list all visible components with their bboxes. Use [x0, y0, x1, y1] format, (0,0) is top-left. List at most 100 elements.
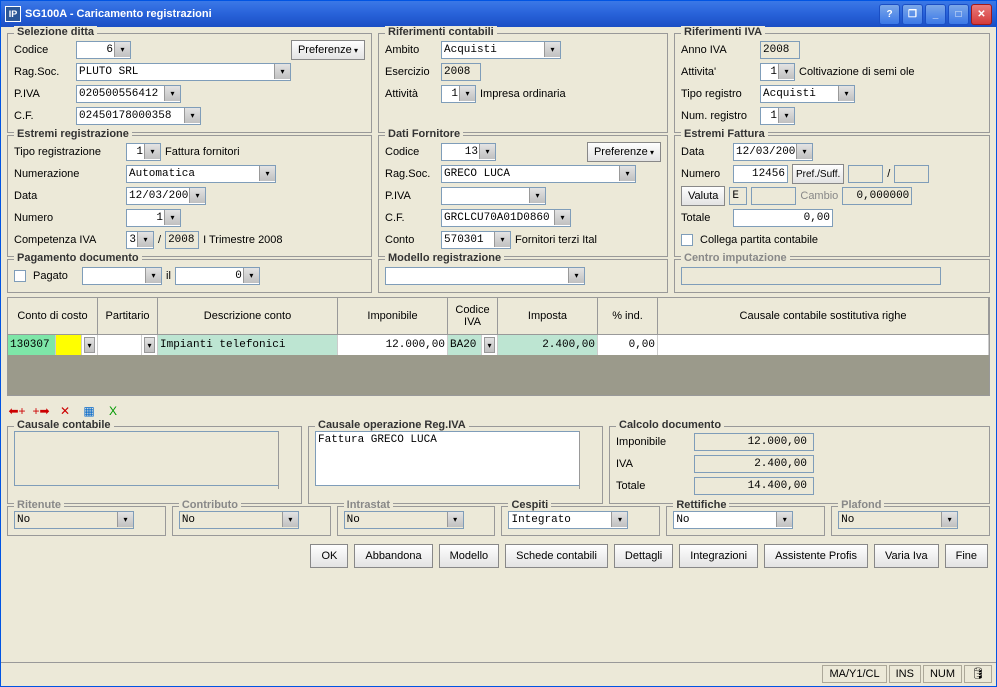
forn-conto-input[interactable]: [441, 231, 511, 249]
ragsoc-input[interactable]: [76, 63, 291, 81]
causale-contabile-text: [14, 431, 295, 486]
dettagli-button[interactable]: Dettagli: [614, 544, 673, 568]
abbandona-button[interactable]: Abbandona: [354, 544, 432, 568]
modello-input[interactable]: [385, 267, 585, 285]
cell-codiva[interactable]: BA20: [448, 335, 482, 355]
pagamento-documento-group: Pagamento documento Pagato il: [7, 259, 372, 293]
minimize-button[interactable]: _: [925, 4, 946, 25]
codice-input[interactable]: [76, 41, 131, 59]
il-label: il: [166, 270, 171, 282]
preferenze-ditta-button[interactable]: Preferenze: [291, 40, 365, 60]
rettifiche-input[interactable]: [673, 511, 793, 529]
piva-input[interactable]: [76, 85, 181, 103]
cell-conto-ext[interactable]: [56, 335, 82, 355]
delete-row-button[interactable]: ✕: [55, 402, 75, 420]
numero-reg-input[interactable]: [126, 209, 181, 227]
col-codice-iva[interactable]: Codice IVA: [448, 298, 498, 334]
calc-imponibile-label: Imponibile: [616, 436, 686, 448]
cell-desc[interactable]: Impianti telefonici: [158, 335, 338, 355]
attivita-iva-input[interactable]: [760, 63, 795, 81]
valuta-button[interactable]: Valuta: [681, 186, 725, 206]
cespiti-group: Cespiti: [501, 506, 660, 536]
close-button[interactable]: ✕: [971, 4, 992, 25]
anno-iva-label: Anno IVA: [681, 44, 756, 56]
attivita-input[interactable]: [441, 85, 476, 103]
forn-codice-label: Codice: [385, 146, 437, 158]
fat-totale-label: Totale: [681, 212, 729, 224]
forn-ragsoc-input[interactable]: [441, 165, 636, 183]
modello-button[interactable]: Modello: [439, 544, 500, 568]
fat-totale-input[interactable]: [733, 209, 833, 227]
comp-iva-input[interactable]: [126, 231, 154, 249]
cell-partitario-dd[interactable]: ▾: [142, 335, 158, 355]
forn-piva-input[interactable]: [441, 187, 546, 205]
col-partitario[interactable]: Partitario: [98, 298, 158, 334]
fine-button[interactable]: Fine: [945, 544, 988, 568]
cell-conto[interactable]: 130307: [8, 335, 56, 355]
grid-row[interactable]: 130307 ▾ ▾ Impianti telefonici 12.000,00…: [8, 335, 989, 355]
export-excel-button[interactable]: X: [103, 402, 123, 420]
help-button[interactable]: ?: [879, 4, 900, 25]
ambito-input[interactable]: [441, 41, 561, 59]
col-descrizione[interactable]: Descrizione conto: [158, 298, 338, 334]
data-reg-input[interactable]: [126, 187, 206, 205]
cespiti-input[interactable]: [508, 511, 628, 529]
forn-codice-input[interactable]: [441, 143, 496, 161]
statusbar: MA/Y1/CL INS NUM 🛢: [1, 662, 996, 684]
num-registro-input[interactable]: [760, 107, 795, 125]
rettifiche-group: Rettifiche: [666, 506, 825, 536]
schede-contabili-button[interactable]: Schede contabili: [505, 544, 608, 568]
numerazione-input[interactable]: [126, 165, 276, 183]
attivita-label: Attività: [385, 88, 437, 100]
col-conto-costo[interactable]: Conto di costo: [8, 298, 98, 334]
cell-partitario[interactable]: [98, 335, 142, 355]
esercizio-input: [441, 63, 481, 81]
collega-checkbox[interactable]: [681, 234, 693, 246]
estremi-registrazione-group: Estremi registrazione Tipo registrazione…: [7, 135, 372, 257]
cell-pind[interactable]: 0,00: [598, 335, 658, 355]
attivita-iva-label: Attivita': [681, 66, 756, 78]
tipo-reg-label: Tipo registrazione: [14, 146, 122, 158]
tipo-registro-input[interactable]: [760, 85, 855, 103]
cell-conto-dd[interactable]: ▾: [82, 335, 98, 355]
suff-input: [894, 165, 929, 183]
righe-grid: Conto di costo Partitario Descrizione co…: [7, 297, 990, 396]
valuta-desc-input: [751, 187, 796, 205]
preferenze-forn-button[interactable]: Preferenze: [587, 142, 661, 162]
cf-input[interactable]: [76, 107, 201, 125]
app-icon: IP: [5, 6, 21, 22]
comp-iva-label: Competenza IVA: [14, 234, 122, 246]
integrazioni-button[interactable]: Integrazioni: [679, 544, 758, 568]
ok-button[interactable]: OK: [310, 544, 348, 568]
col-imposta[interactable]: Imposta: [498, 298, 598, 334]
window-title: SG100A - Caricamento registrazioni: [25, 8, 879, 20]
causale-operazione-text[interactable]: Fattura GRECO LUCA: [315, 431, 596, 486]
pagato-label: Pagato: [33, 270, 78, 282]
forn-cf-input[interactable]: [441, 209, 571, 227]
pagato-date-input[interactable]: [82, 267, 162, 285]
cell-imponibile[interactable]: 12.000,00: [338, 335, 448, 355]
cell-causale[interactable]: [658, 335, 989, 355]
causale-contabile-group: Causale contabile: [7, 426, 302, 504]
varia-iva-button[interactable]: Varia Iva: [874, 544, 939, 568]
attivita-iva-desc: Coltivazione di semi ole: [799, 66, 915, 78]
pagato-checkbox[interactable]: [14, 270, 26, 282]
restore-button[interactable]: ❐: [902, 4, 923, 25]
maximize-button[interactable]: □: [948, 4, 969, 25]
prefsuff-button[interactable]: Pref./Suff.: [792, 164, 844, 184]
cell-imposta[interactable]: 2.400,00: [498, 335, 598, 355]
grid-view-button[interactable]: ▦: [79, 402, 99, 420]
fat-data-input[interactable]: [733, 143, 813, 161]
append-row-button[interactable]: +➡: [31, 402, 51, 420]
insert-row-button[interactable]: ⬅+: [7, 402, 27, 420]
col-causale[interactable]: Causale contabile sostitutiva righe: [658, 298, 989, 334]
cell-codiva-dd[interactable]: ▾: [482, 335, 498, 355]
tipo-reg-input[interactable]: [126, 143, 161, 161]
col-pind[interactable]: % ind.: [598, 298, 658, 334]
fat-numero-input[interactable]: [733, 165, 788, 183]
col-imponibile[interactable]: Imponibile: [338, 298, 448, 334]
assistente-profis-button[interactable]: Assistente Profis: [764, 544, 868, 568]
contributo-group: Contributo: [172, 506, 331, 536]
calc-imponibile-value: 12.000,00: [694, 433, 814, 451]
pagato-val-input[interactable]: [175, 267, 260, 285]
